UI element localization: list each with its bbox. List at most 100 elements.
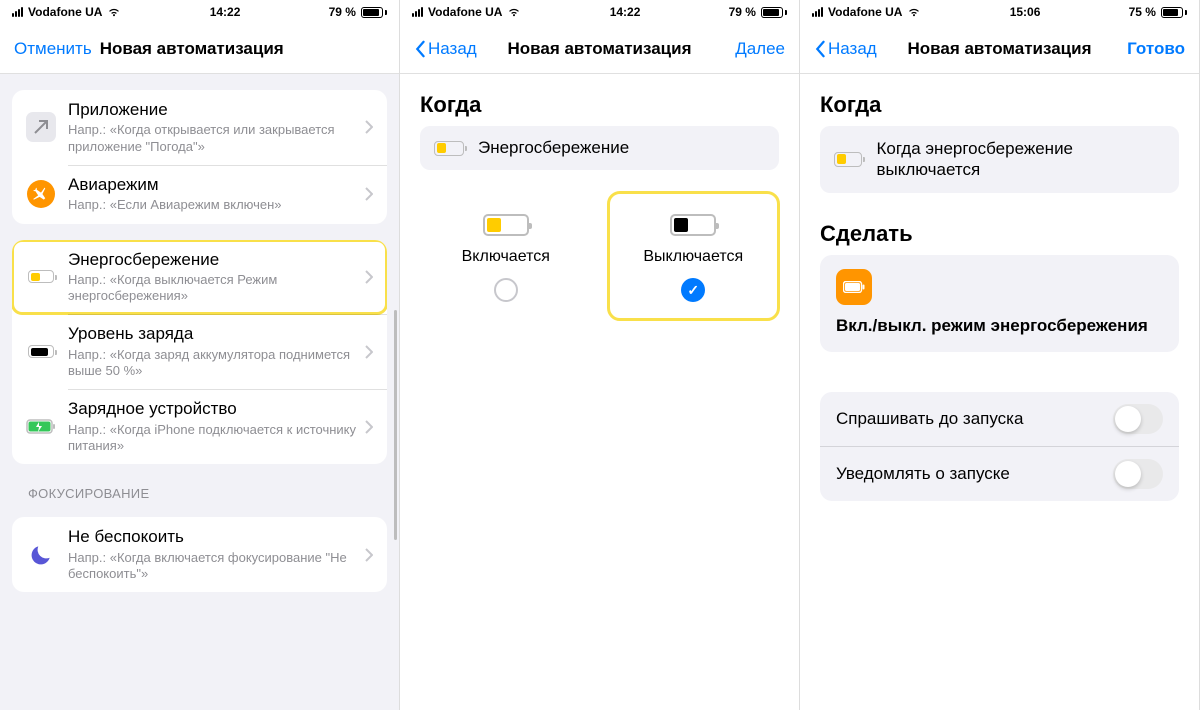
row-title: Авиарежим — [68, 175, 359, 195]
clock: 14:22 — [610, 5, 641, 19]
status-bar: Vodafone UA 15:06 75 % — [800, 0, 1199, 24]
battery-pct: 79 % — [729, 5, 756, 19]
back-label: Назад — [828, 39, 877, 59]
signal-icon — [12, 7, 23, 17]
trigger-charger[interactable]: Зарядное устройство Напр.: «Когда iPhone … — [12, 389, 387, 464]
signal-icon — [812, 7, 823, 17]
content: Когда Энергосбережение Включается Выключ… — [400, 74, 799, 710]
toggle-group: Спрашивать до запуска Уведомлять о запус… — [820, 392, 1179, 501]
trigger-group-2: ЭнергосбережениеНапр.: «Когда выключаетс… — [12, 240, 387, 465]
choice-group: Включается Выключается ✓ — [420, 192, 779, 320]
choice-turns-off[interactable]: Выключается ✓ — [608, 192, 780, 320]
scrollbar[interactable] — [394, 310, 397, 540]
battery-off-icon — [670, 214, 716, 236]
toggle-notify-on-run: Уведомлять о запуске — [820, 446, 1179, 501]
row-title: Зарядное устройство — [68, 399, 359, 419]
battery-pct: 79 % — [329, 5, 356, 19]
row-sub: Напр.: «Когда открывается или закрываетс… — [68, 122, 359, 155]
choice-on-label: Включается — [462, 248, 550, 266]
trigger-group-1: ПриложениеНапр.: «Когда открывается или … — [12, 90, 387, 224]
low-power-icon — [434, 141, 464, 156]
trigger-dnd[interactable]: Не беспокоить Напр.: «Когда включается фо… — [12, 517, 387, 592]
next-button[interactable]: Далее — [735, 39, 785, 59]
battery-icon — [761, 7, 787, 18]
row-title: Приложение — [68, 100, 359, 120]
clock: 14:22 — [210, 5, 241, 19]
row-sub: Напр.: «Когда включается фокусирование "… — [68, 550, 359, 583]
carrier-label: Vodafone UA — [828, 5, 902, 19]
moon-icon — [26, 540, 56, 570]
back-label: Назад — [428, 39, 477, 59]
charger-icon — [26, 412, 56, 442]
action-card[interactable]: Вкл./выкл. режим энергосбережения — [820, 255, 1179, 352]
row-sub: Напр.: «Когда заряд аккумулятора подниме… — [68, 347, 359, 380]
chevron-right-icon — [365, 345, 373, 359]
clock: 15:06 — [1010, 5, 1041, 19]
toggle-label: Уведомлять о запуске — [836, 464, 1010, 484]
status-bar: Vodafone UA 14:22 79 % — [0, 0, 399, 24]
wifi-icon — [907, 7, 921, 17]
app-icon — [26, 112, 56, 142]
chevron-right-icon — [365, 420, 373, 434]
trigger-summary[interactable]: Когда энергосбережение выключается — [820, 126, 1179, 193]
when-header: Когда — [420, 92, 779, 118]
trigger-battery-level[interactable]: Уровень заряда Напр.: «Когда заряд аккуму… — [12, 314, 387, 389]
nav-bar: Назад Новая автоматизация Далее — [400, 24, 799, 74]
trigger-label: Когда энергосбережение выключается — [876, 138, 1165, 181]
signal-icon — [412, 7, 423, 17]
back-button[interactable]: Назад — [414, 39, 477, 59]
screen-summary: Vodafone UA 15:06 75 % Назад Новая автом… — [800, 0, 1200, 710]
row-title: Не беспокоить — [68, 527, 359, 547]
chevron-right-icon — [365, 120, 373, 134]
trigger-group-3: Не беспокоить Напр.: «Когда включается фо… — [12, 517, 387, 592]
action-title: Вкл./выкл. режим энергосбережения — [836, 315, 1163, 336]
carrier-label: Vodafone UA — [28, 5, 102, 19]
choice-off-label: Выключается — [643, 248, 743, 266]
radio-unchecked-icon — [494, 278, 518, 302]
airplane-icon — [26, 179, 56, 209]
status-bar: Vodafone UA 14:22 79 % — [400, 0, 799, 24]
nav-title: Новая автоматизация — [907, 39, 1091, 59]
trigger-airplane[interactable]: Авиарежим Напр.: «Если Авиарежим включен» — [12, 165, 387, 224]
trigger-summary[interactable]: Энергосбережение — [420, 126, 779, 170]
row-title: Уровень заряда — [68, 324, 359, 344]
carrier-label: Vodafone UA — [428, 5, 502, 19]
chevron-right-icon — [365, 548, 373, 562]
done-button[interactable]: Готово — [1127, 39, 1185, 59]
toggle-switch[interactable] — [1113, 404, 1163, 434]
content: Когда Когда энергосбережение выключается… — [800, 74, 1199, 710]
wifi-icon — [107, 7, 121, 17]
toggle-ask-before-run: Спрашивать до запуска — [820, 392, 1179, 446]
nav-title: Новая автоматизация — [100, 39, 284, 59]
nav-bar: Назад Новая автоматизация Готово — [800, 24, 1199, 74]
content-scroll[interactable]: ПриложениеНапр.: «Когда открывается или … — [0, 74, 399, 710]
battery-icon — [361, 7, 387, 18]
battery-pct: 75 % — [1129, 5, 1156, 19]
back-button[interactable]: Назад — [814, 39, 877, 59]
toggle-label: Спрашивать до запуска — [836, 409, 1023, 429]
toggle-switch[interactable] — [1113, 459, 1163, 489]
screen-triggers: Vodafone UA 14:22 79 % Отменить Новая ав… — [0, 0, 400, 710]
choice-turns-on[interactable]: Включается — [420, 192, 592, 320]
row-sub: Напр.: «Если Авиарежим включен» — [68, 197, 359, 213]
chevron-right-icon — [365, 187, 373, 201]
action-low-power-icon — [836, 269, 872, 305]
nav-bar: Отменить Новая автоматизация — [0, 24, 399, 74]
trigger-low-power[interactable]: ЭнергосбережениеНапр.: «Когда выключаетс… — [12, 240, 387, 315]
section-focus-label: ФОКУСИРОВАНИЕ — [28, 486, 371, 501]
wifi-icon — [507, 7, 521, 17]
battery-on-icon — [483, 214, 529, 236]
cancel-button[interactable]: Отменить — [14, 39, 92, 59]
do-header: Сделать — [820, 221, 1179, 247]
row-sub: Напр.: «Когда iPhone подключается к исто… — [68, 422, 359, 455]
radio-checked-icon: ✓ — [681, 278, 705, 302]
low-power-icon — [834, 152, 862, 167]
battery-level-icon — [26, 337, 56, 367]
trigger-app[interactable]: ПриложениеНапр.: «Когда открывается или … — [12, 90, 387, 165]
trigger-label: Энергосбережение — [478, 138, 629, 158]
row-sub: Напр.: «Когда выключается Режим энергосб… — [68, 272, 359, 305]
low-power-icon — [26, 262, 56, 292]
when-header: Когда — [820, 92, 1179, 118]
chevron-right-icon — [365, 270, 373, 284]
nav-title: Новая автоматизация — [507, 39, 691, 59]
